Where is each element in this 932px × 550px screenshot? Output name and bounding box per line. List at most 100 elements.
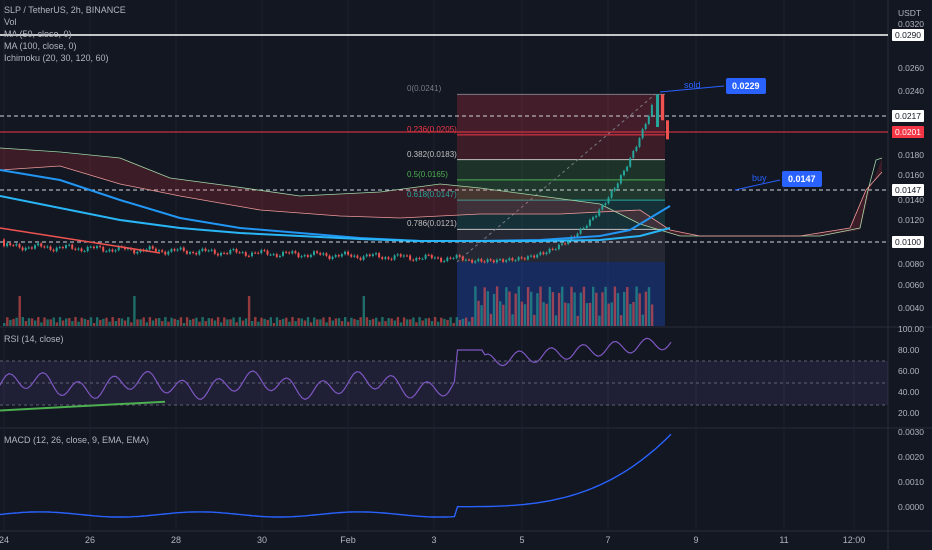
candle-body — [613, 188, 616, 191]
macd-axis-label: 0.0020 — [898, 452, 924, 462]
volume-bar — [275, 317, 279, 326]
volume-bar — [15, 317, 18, 326]
volume-bar — [629, 303, 632, 326]
sold-callout[interactable]: 0.0229 — [726, 78, 766, 94]
volume-bar — [554, 315, 558, 326]
candle-body — [68, 244, 71, 246]
volume-bar — [136, 319, 139, 326]
candle-body — [474, 261, 477, 263]
trading-chart[interactable] — [0, 0, 932, 550]
price-tag: 0.0100 — [892, 236, 924, 248]
volume-bar — [573, 292, 576, 326]
volume-bar — [588, 302, 592, 326]
time-axis-label: 11 — [779, 535, 789, 545]
volume-bar — [204, 321, 207, 326]
volume-bar — [564, 302, 567, 326]
volume-bar — [551, 292, 555, 326]
volume-bar — [151, 320, 155, 326]
candle-body — [182, 247, 185, 252]
volume-bar — [452, 322, 455, 326]
candle-body — [303, 255, 306, 257]
volume-bar — [499, 301, 502, 326]
candle-body — [325, 253, 328, 256]
candle-body — [226, 253, 229, 255]
candle-body — [65, 245, 67, 248]
candle-body — [58, 247, 61, 249]
volume-bar — [30, 318, 34, 326]
rsi-axis-label: 80.00 — [898, 345, 920, 355]
rsi-axis-label: 20.00 — [898, 408, 920, 418]
candle-body — [21, 247, 24, 251]
candle-body — [626, 166, 629, 171]
volume-bar — [449, 317, 452, 326]
buy-annotation: buy — [752, 173, 767, 183]
volume-bar — [337, 318, 341, 326]
price-tag: 0.0201 — [892, 126, 924, 138]
candle-body — [6, 243, 9, 247]
volume-bar — [92, 322, 96, 326]
candle-body — [440, 258, 443, 262]
candle-body — [616, 183, 619, 189]
candle-body — [216, 253, 219, 256]
candle-body — [533, 255, 536, 258]
volume-bar — [471, 317, 474, 326]
volume-bar — [641, 314, 644, 326]
candle-body — [464, 259, 467, 261]
price-tag: 0.0217 — [892, 110, 924, 122]
rsi-axis-label: 100.00 — [898, 324, 924, 334]
volume-bar — [331, 320, 334, 326]
candle-body — [154, 248, 157, 252]
volume-bar — [626, 286, 629, 326]
candle-body — [468, 259, 470, 261]
volume-bar — [158, 318, 161, 326]
volume-bar — [421, 320, 424, 326]
volume-bar — [458, 319, 462, 326]
candle-body — [635, 146, 638, 152]
volume-bar — [536, 293, 539, 326]
candle-body — [254, 252, 257, 254]
rsi-axis-label: 60.00 — [898, 366, 920, 376]
candle-body — [520, 257, 523, 259]
candle-body — [288, 252, 291, 254]
volume-bar — [77, 321, 80, 326]
volume-bar — [650, 304, 654, 326]
volume-bar — [415, 322, 418, 326]
buy-callout[interactable]: 0.0147 — [782, 171, 822, 187]
candle-body — [585, 225, 588, 228]
candle-body — [656, 94, 659, 128]
candle-body — [207, 250, 210, 252]
volume-bar — [393, 320, 396, 326]
volume-bar — [607, 303, 610, 326]
candle-body — [458, 255, 461, 257]
candle-body — [455, 255, 458, 259]
volume-bar — [114, 321, 117, 326]
candle-body — [220, 252, 222, 256]
volume-bar — [142, 317, 145, 326]
candle-body — [421, 258, 424, 260]
candle-body — [102, 246, 105, 252]
volume-bar — [511, 314, 514, 326]
candle-body — [43, 246, 46, 248]
volume-bar — [278, 319, 282, 326]
volume-bar — [437, 321, 440, 326]
volume-bar — [582, 286, 586, 326]
volume-bar — [102, 318, 105, 326]
volume-bar — [545, 303, 548, 326]
volume-bar — [567, 303, 570, 326]
candle-body — [489, 259, 492, 261]
candle-body — [356, 255, 359, 258]
volume-bar — [71, 321, 74, 326]
candle-body — [173, 249, 176, 251]
candle-body — [650, 104, 653, 116]
candle-body — [390, 258, 393, 260]
volume-bar — [210, 318, 214, 326]
fib-label: 0.786(0.0121) — [407, 219, 457, 229]
candle-body — [598, 209, 601, 216]
volume-bar — [592, 286, 595, 326]
time-axis-label: 7 — [605, 535, 611, 545]
volume-bar — [576, 315, 579, 326]
candle-body — [539, 252, 542, 255]
candle-body — [375, 253, 377, 255]
candle-body — [430, 254, 433, 259]
symbol-title: SLP / TetherUS, 2h, BINANCE — [4, 5, 126, 15]
